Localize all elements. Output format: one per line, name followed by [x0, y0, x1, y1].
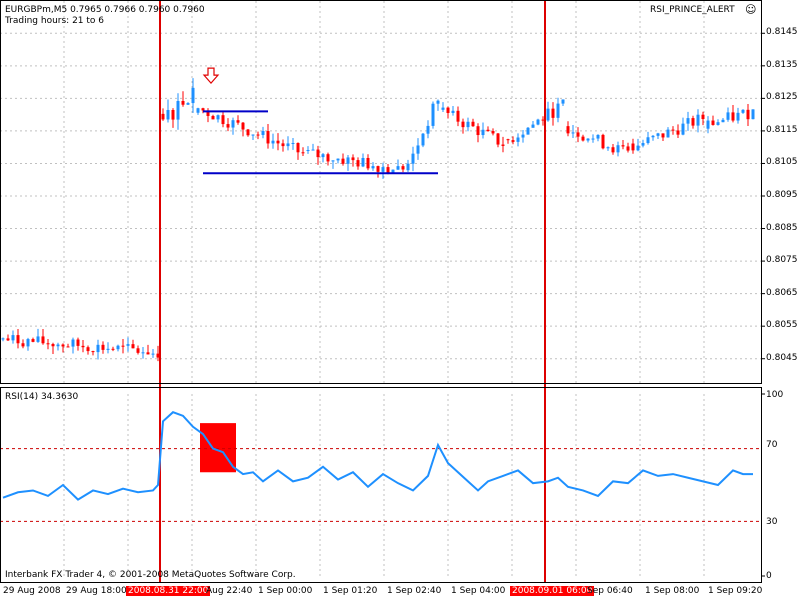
time-tick-label: 2008.09.01 06:00: [510, 586, 595, 596]
price-tick-label: 0.8075: [766, 255, 798, 266]
price-tick-label: 0.8085: [766, 222, 798, 233]
price-panel-frame: [0, 0, 762, 384]
price-tick-label: 0.8045: [766, 352, 798, 363]
time-tick-label: 1 Sep 01:20: [323, 586, 378, 596]
rsi-level-100: 100: [766, 390, 784, 400]
time-tick-label: Aug 22:40: [206, 586, 253, 596]
indicator-name: RSI_PRINCE_ALERT: [650, 5, 735, 15]
price-tick-label: 0.8125: [766, 92, 798, 103]
rsi-label: RSI(14) 34.3630: [5, 392, 79, 402]
smiley-icon: ☺: [745, 3, 757, 16]
price-tick-label: 0.8055: [766, 320, 798, 331]
time-tick-label: 1 Sep 00:00: [258, 586, 313, 596]
rsi-level-30: 30: [766, 517, 778, 527]
symbol-line: EURGBPm,M5 0.7965 0.7966 0.7960 0.7960: [5, 5, 205, 15]
rsi-level-0: 0: [766, 571, 772, 581]
time-tick-label: 1 Sep 02:40: [387, 586, 442, 596]
time-tick-label: 2008.08.31 22:00: [126, 586, 211, 596]
rsi-panel-frame: [0, 387, 762, 583]
rsi-level-70: 70: [766, 440, 778, 450]
time-tick-label: Sep 06:40: [587, 586, 633, 596]
price-tick-label: 0.8145: [766, 27, 798, 38]
trading-hours: Trading hours: 21 to 6: [5, 16, 105, 26]
time-tick-label: 1 Sep 09:20: [708, 586, 763, 596]
price-tick-label: 0.8115: [766, 124, 798, 135]
price-tick-label: 0.8135: [766, 59, 798, 70]
time-tick-label: 1 Sep 08:00: [645, 586, 700, 596]
copyright: Interbank FX Trader 4, © 2001-2008 MetaQ…: [5, 570, 296, 580]
price-tick-label: 0.8095: [766, 190, 798, 200]
time-tick-label: 29 Aug 2008: [3, 586, 61, 596]
time-tick-label: 29 Aug 18:00: [66, 586, 127, 596]
price-tick-label: 0.8065: [766, 287, 798, 298]
time-tick-label: 1 Sep 04:00: [451, 586, 506, 596]
price-tick-label: 0.8105: [766, 157, 798, 168]
